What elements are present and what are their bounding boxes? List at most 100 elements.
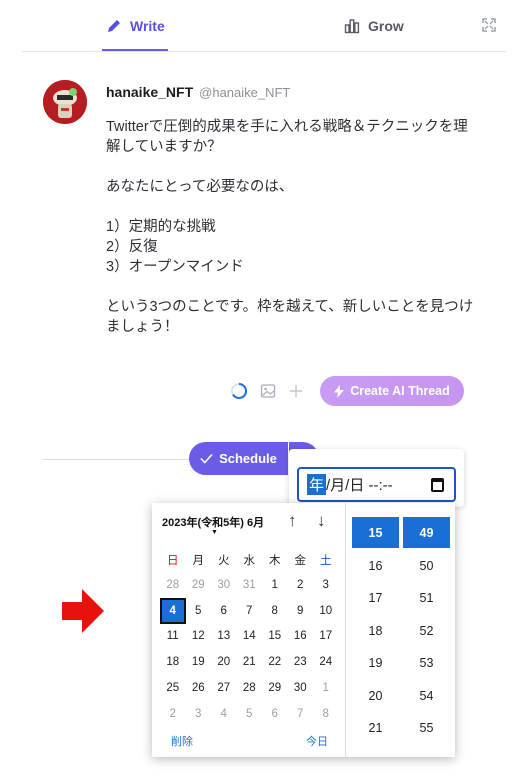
datetime-year-segment[interactable]: 年 xyxy=(307,474,327,495)
calendar-day[interactable]: 17 xyxy=(313,624,339,650)
calendar-week: 11 12 13 14 15 16 17 xyxy=(160,624,340,650)
hour-option[interactable]: 21 xyxy=(352,712,399,745)
active-tab-indicator xyxy=(102,49,168,51)
avatar-image xyxy=(43,80,87,124)
calendar-day[interactable]: 24 xyxy=(313,649,339,675)
datetime-input[interactable]: 年 /月/日 --:-- xyxy=(297,467,456,502)
calendar-day-selected[interactable]: 4 xyxy=(160,597,186,624)
calendar-day[interactable]: 31 xyxy=(237,572,263,598)
calendar-day[interactable]: 21 xyxy=(237,649,263,675)
calendar-day[interactable]: 7 xyxy=(288,701,314,727)
today-button[interactable]: 今日 xyxy=(306,733,328,749)
calendar-day[interactable]: 19 xyxy=(186,649,212,675)
calendar-day[interactable]: 1 xyxy=(262,572,288,598)
tab-grow[interactable]: Grow xyxy=(344,15,404,37)
minute-option[interactable]: 50 xyxy=(403,550,450,583)
calendar-day[interactable]: 14 xyxy=(237,624,263,650)
calendar-day[interactable]: 6 xyxy=(211,598,237,624)
calendar-day[interactable]: 27 xyxy=(211,675,237,701)
calendar-week: 28 29 30 31 1 2 3 xyxy=(160,572,340,598)
create-ai-thread-button[interactable]: Create AI Thread xyxy=(320,376,464,406)
checkmark-icon xyxy=(200,453,213,464)
date-picker-popup: 2023年(令和5年) 6月 ▼ ↑ ↓ 日 月 火 水 木 金 土 28 29… xyxy=(152,503,455,757)
calendar-day[interactable]: 16 xyxy=(288,624,314,650)
schedule-button[interactable]: Schedule xyxy=(189,442,288,475)
calendar-day[interactable]: 20 xyxy=(211,649,237,675)
weekday-label: 水 xyxy=(243,554,256,567)
minute-column: 49 50 51 52 53 54 55 xyxy=(403,517,450,745)
calendar-week: 18 19 20 21 22 23 24 xyxy=(160,649,340,675)
weekday-label: 金 xyxy=(294,554,307,567)
create-ai-thread-label: Create AI Thread xyxy=(350,384,450,398)
weekday-label: 日 xyxy=(167,554,179,567)
add-icon[interactable] xyxy=(288,383,304,399)
calendar-day[interactable]: 22 xyxy=(262,649,288,675)
tweet-body[interactable]: Twitterで圧倒的成果を手に入れる戦略＆テクニックを理解していますか？ あな… xyxy=(106,117,476,337)
calendar-day[interactable]: 18 xyxy=(160,649,186,675)
calendar-day[interactable]: 30 xyxy=(288,675,314,701)
hour-option-selected[interactable]: 15 xyxy=(352,517,399,548)
hour-option[interactable]: 16 xyxy=(352,550,399,583)
composer-actions xyxy=(230,376,304,406)
calendar-day[interactable]: 23 xyxy=(288,649,314,675)
calendar-day[interactable]: 3 xyxy=(313,572,339,598)
weekday-label: 土 xyxy=(320,554,332,567)
character-count-ring-icon xyxy=(231,382,248,399)
calendar-day[interactable]: 2 xyxy=(160,701,186,727)
tab-write[interactable]: Write xyxy=(106,15,165,37)
calendar-day[interactable]: 7 xyxy=(237,598,263,624)
calendar-day[interactable]: 12 xyxy=(186,624,212,650)
calendar-day[interactable]: 3 xyxy=(186,701,212,727)
calendar-icon[interactable] xyxy=(431,478,444,492)
calendar-day[interactable]: 4 xyxy=(211,701,237,727)
expand-icon[interactable] xyxy=(482,18,496,32)
calendar-day[interactable]: 5 xyxy=(186,598,212,624)
calendar-day[interactable]: 8 xyxy=(262,598,288,624)
calendar-day[interactable]: 26 xyxy=(186,675,212,701)
calendar-day[interactable]: 6 xyxy=(262,701,288,727)
minute-option[interactable]: 55 xyxy=(403,712,450,745)
calendar-day[interactable]: 30 xyxy=(211,572,237,598)
calendar-week: 4 5 6 7 8 9 10 xyxy=(160,597,340,624)
calendar-day[interactable]: 1 xyxy=(313,675,339,701)
next-month-arrow-icon[interactable]: ↓ xyxy=(317,511,326,531)
calendar-day[interactable]: 10 xyxy=(313,598,339,624)
calendar-day[interactable]: 28 xyxy=(160,572,186,598)
weekday-label: 月 xyxy=(192,554,205,567)
calendar-day[interactable]: 25 xyxy=(160,675,186,701)
datetime-rest-segments[interactable]: /月/日 --:-- xyxy=(326,474,393,495)
weekday-label: 火 xyxy=(218,554,230,567)
top-tab-bar: Write Grow xyxy=(22,0,506,52)
clear-date-button[interactable]: 削除 xyxy=(171,733,193,749)
calendar-day[interactable]: 15 xyxy=(262,624,288,650)
calendar-day[interactable]: 28 xyxy=(237,675,263,701)
avatar xyxy=(43,80,87,124)
month-label[interactable]: 2023年(令和5年) 6月 xyxy=(162,514,264,530)
calendar-day[interactable]: 5 xyxy=(237,701,263,727)
schedule-label: Schedule xyxy=(219,451,277,466)
minute-option[interactable]: 52 xyxy=(403,615,450,648)
hour-option[interactable]: 18 xyxy=(352,615,399,648)
image-icon[interactable] xyxy=(260,383,276,399)
tweet-author: hanaike_NFT @hanaike_NFT xyxy=(106,84,290,100)
calendar-day[interactable]: 29 xyxy=(186,572,212,598)
calendar-day[interactable]: 9 xyxy=(288,598,314,624)
calendar-week: 2 3 4 5 6 7 8 xyxy=(160,701,340,727)
calendar-day[interactable]: 11 xyxy=(160,624,186,650)
calendar-day[interactable]: 13 xyxy=(211,624,237,650)
minute-option[interactable]: 54 xyxy=(403,680,450,713)
red-arrow-icon xyxy=(62,589,104,633)
hour-option[interactable]: 20 xyxy=(352,680,399,713)
divider xyxy=(43,459,193,460)
weekday-header: 日 月 火 水 木 金 土 xyxy=(160,547,340,572)
previous-month-arrow-icon[interactable]: ↑ xyxy=(288,511,297,531)
calendar-day[interactable]: 29 xyxy=(262,675,288,701)
minute-option-selected[interactable]: 49 xyxy=(403,517,450,548)
caret-down-icon[interactable]: ▼ xyxy=(211,529,218,536)
calendar-day[interactable]: 2 xyxy=(288,572,314,598)
minute-option[interactable]: 51 xyxy=(403,582,450,615)
hour-option[interactable]: 19 xyxy=(352,647,399,680)
minute-option[interactable]: 53 xyxy=(403,647,450,680)
calendar-day[interactable]: 8 xyxy=(313,701,339,727)
hour-option[interactable]: 17 xyxy=(352,582,399,615)
